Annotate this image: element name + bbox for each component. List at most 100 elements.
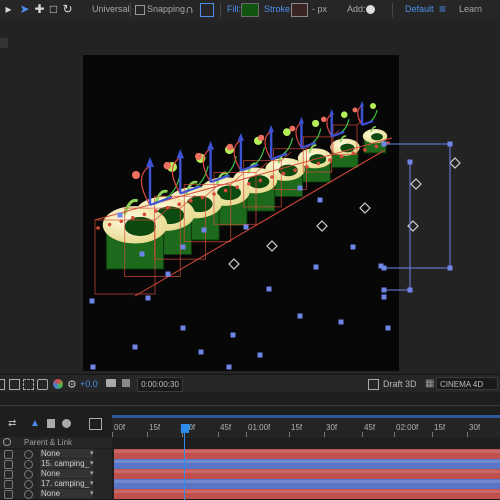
layer-visibility-toggle[interactable] bbox=[4, 470, 13, 479]
gizmo-red-handle[interactable] bbox=[132, 171, 140, 179]
snapshot-icon[interactable] bbox=[106, 379, 116, 387]
renderer-settings-icon[interactable]: ▦ bbox=[425, 378, 434, 389]
gizmo-green-handle[interactable] bbox=[341, 111, 348, 118]
gizmo-green-handle[interactable] bbox=[283, 128, 291, 136]
position-handle[interactable] bbox=[297, 185, 303, 191]
mask-vertex-handle[interactable] bbox=[407, 159, 413, 165]
parent-pickwhip-icon[interactable] bbox=[24, 470, 33, 479]
parent-pickwhip-icon[interactable] bbox=[24, 490, 33, 499]
position-handle[interactable] bbox=[297, 313, 303, 319]
layer-visibility-toggle[interactable] bbox=[4, 480, 13, 489]
layer-parent-dropdown[interactable]: 17. camping_ bbox=[40, 479, 93, 488]
motion-path-keyframe bbox=[154, 209, 158, 213]
layer-duration-bar[interactable] bbox=[114, 459, 500, 469]
position-handle[interactable] bbox=[180, 244, 186, 250]
draft-3d-label[interactable]: Draft 3D bbox=[383, 378, 417, 390]
position-handle[interactable] bbox=[117, 212, 123, 218]
position-handle[interactable] bbox=[230, 332, 236, 338]
layer-duration-bar[interactable] bbox=[114, 449, 500, 459]
motion-blur-icon[interactable] bbox=[62, 419, 71, 428]
position-handle[interactable] bbox=[198, 349, 204, 355]
mask-visibility-icon[interactable] bbox=[37, 379, 48, 390]
layer-visibility-toggle[interactable] bbox=[4, 450, 13, 459]
parent-pickwhip-icon[interactable] bbox=[24, 480, 33, 489]
position-handle[interactable] bbox=[385, 325, 391, 331]
position-handle[interactable] bbox=[243, 224, 249, 230]
ruler-tick-label: 00f bbox=[114, 423, 126, 432]
layer-parent-dropdown[interactable]: None bbox=[40, 449, 93, 458]
color-channels-icon[interactable] bbox=[53, 379, 63, 389]
position-handle[interactable] bbox=[165, 271, 171, 277]
layer-visibility-toggle[interactable] bbox=[4, 490, 13, 499]
draft-3d-timeline-icon[interactable]: ▲ bbox=[30, 418, 40, 429]
layer-parent-dropdown[interactable]: None bbox=[40, 469, 93, 478]
exposure-value[interactable]: +0.0 bbox=[80, 378, 98, 390]
keyframe-diamond-handle[interactable] bbox=[449, 157, 461, 169]
gizmo-red-handle[interactable] bbox=[163, 161, 172, 170]
gizmo-green-handle[interactable] bbox=[370, 103, 376, 109]
keyframe-diamond-handle[interactable] bbox=[316, 220, 328, 232]
position-handle[interactable] bbox=[317, 197, 323, 203]
layer-duration-bar[interactable] bbox=[114, 469, 500, 479]
gizmo-red-handle[interactable] bbox=[226, 143, 234, 151]
position-handle[interactable] bbox=[180, 325, 186, 331]
layer-visibility-toggle[interactable] bbox=[4, 460, 13, 469]
gizmo-green-handle[interactable] bbox=[312, 119, 320, 128]
position-handle[interactable] bbox=[338, 319, 344, 325]
layer-parent-dropdown[interactable]: None bbox=[40, 489, 93, 498]
mask-vertex-handle[interactable] bbox=[381, 141, 387, 147]
chevron-down-icon[interactable]: ▾ bbox=[90, 459, 94, 467]
keyframe-diamond-handle[interactable] bbox=[410, 178, 422, 190]
comp-flowchart-icon[interactable]: ⇄ bbox=[8, 418, 16, 429]
keyframe-diamond-handle[interactable] bbox=[359, 202, 371, 214]
gear-icon[interactable]: ⚙ bbox=[67, 378, 77, 391]
draft-3d-icon[interactable] bbox=[368, 379, 379, 390]
position-handle[interactable] bbox=[89, 298, 95, 304]
parent-pickwhip-icon[interactable] bbox=[24, 460, 33, 469]
position-handle[interactable] bbox=[257, 352, 263, 358]
mask-vertex-handle[interactable] bbox=[381, 265, 387, 271]
keyframe-diamond-handle[interactable] bbox=[266, 240, 278, 252]
mask-vertex-handle[interactable] bbox=[447, 141, 453, 147]
gizmo-red-handle[interactable] bbox=[258, 134, 265, 142]
keyframe-diamond-handle[interactable] bbox=[228, 258, 240, 270]
chevron-down-icon[interactable]: ▾ bbox=[90, 489, 94, 497]
z-axis-arrow bbox=[237, 133, 244, 141]
position-handle[interactable] bbox=[313, 264, 319, 270]
layer-duration-bar[interactable] bbox=[114, 489, 500, 499]
safe-zones-icon[interactable] bbox=[9, 379, 20, 390]
chevron-down-icon[interactable]: ▾ bbox=[90, 479, 94, 487]
parent-pickwhip-icon[interactable] bbox=[24, 450, 33, 459]
chevron-down-icon[interactable]: ▾ bbox=[90, 449, 94, 457]
position-handle[interactable] bbox=[132, 344, 138, 350]
chevron-down-icon[interactable]: ▾ bbox=[90, 469, 94, 477]
timecode-display[interactable]: 0:00:00:30 bbox=[137, 377, 183, 392]
region-icon[interactable] bbox=[0, 379, 5, 390]
position-handle[interactable] bbox=[139, 251, 145, 257]
position-handle[interactable] bbox=[350, 244, 356, 250]
gizmo-red-handle[interactable] bbox=[289, 125, 296, 132]
grid-toggle-icon[interactable] bbox=[23, 379, 34, 390]
mask-vertex-handle[interactable] bbox=[447, 265, 453, 271]
mask-vertex-handle[interactable] bbox=[381, 287, 387, 293]
time-ruler[interactable]: 00f 15f 30f 45f 01:00f 15f 30f 45f 02:00f 15f 30f bbox=[112, 418, 500, 438]
position-handle[interactable] bbox=[266, 286, 272, 292]
mask-vertex-handle[interactable] bbox=[407, 287, 413, 293]
layer-duration-bar[interactable] bbox=[114, 479, 500, 489]
position-handle[interactable] bbox=[90, 364, 96, 370]
show-snapshot-icon[interactable] bbox=[122, 379, 130, 387]
mask-path-line bbox=[384, 162, 411, 291]
gizmo-red-handle[interactable] bbox=[321, 116, 327, 122]
position-handle[interactable] bbox=[226, 364, 232, 370]
renderer-dropdown[interactable]: CINEMA 4D bbox=[436, 377, 498, 390]
layer-parent-dropdown[interactable]: 15. camping_ bbox=[40, 459, 93, 468]
position-handle[interactable] bbox=[145, 295, 151, 301]
frame-blending-icon[interactable] bbox=[47, 419, 55, 428]
position-handle[interactable] bbox=[201, 227, 207, 233]
gizmo-red-handle[interactable] bbox=[352, 107, 358, 113]
gizmo-red-handle[interactable] bbox=[195, 152, 203, 160]
layer-row[interactable]: None ▾ bbox=[0, 489, 112, 500]
graph-editor-icon[interactable] bbox=[89, 418, 102, 430]
position-handle[interactable] bbox=[381, 294, 387, 300]
motion-path-keyframe bbox=[235, 185, 239, 189]
